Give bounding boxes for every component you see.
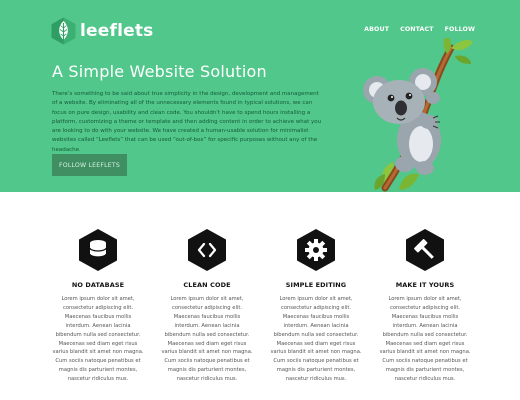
hero-title: A Simple Website Solution <box>52 62 267 81</box>
hammer-icon <box>406 229 444 271</box>
features-section: NO DATABASE Lorem ipsum dolor sit amet, … <box>0 192 520 400</box>
feature-title: CLEAN CODE <box>183 281 231 289</box>
feature-simple-editing: SIMPLE EDITING Lorem ipsum dolor sit ame… <box>264 228 368 384</box>
follow-leeflets-button[interactable]: FOLLOW LEEFLETS <box>52 154 127 176</box>
gear-icon <box>297 229 335 271</box>
code-icon <box>188 229 226 271</box>
feature-description: Lorem ipsum dolor sit amet, consectetur … <box>161 296 253 383</box>
feature-title: NO DATABASE <box>71 281 125 289</box>
logo[interactable]: leeflets <box>51 17 154 45</box>
leaf-hexagon-icon <box>51 17 76 45</box>
brand-name: leeflets <box>80 21 154 41</box>
feature-no-database: NO DATABASE Lorem ipsum dolor sit amet, … <box>46 228 150 384</box>
feature-description: Lorem ipsum dolor sit amet, consectetur … <box>379 296 471 383</box>
feature-make-it-yours: MAKE IT YOURS Lorem ipsum dolor sit amet… <box>373 228 477 384</box>
main-nav: ABOUT CONTACT FOLLOW <box>364 26 475 33</box>
hero-section: leeflets ABOUT CONTACT FOLLOW A Simple W… <box>0 0 520 192</box>
feature-description: Lorem ipsum dolor sit amet, consectetur … <box>52 296 144 383</box>
nav-link-contact[interactable]: CONTACT <box>400 26 434 33</box>
feature-clean-code: CLEAN CODE Lorem ipsum dolor sit amet, c… <box>155 228 259 384</box>
feature-title: MAKE IT YOURS <box>395 281 455 289</box>
nav-link-about[interactable]: ABOUT <box>364 26 389 33</box>
feature-title: SIMPLE EDITING <box>285 281 347 289</box>
nav-link-follow[interactable]: FOLLOW <box>445 26 475 33</box>
hero-description: There’s something to be said about true … <box>52 91 322 153</box>
koala-illustration <box>363 38 473 192</box>
feature-description: Lorem ipsum dolor sit amet, consectetur … <box>270 296 362 383</box>
database-icon <box>79 229 117 271</box>
